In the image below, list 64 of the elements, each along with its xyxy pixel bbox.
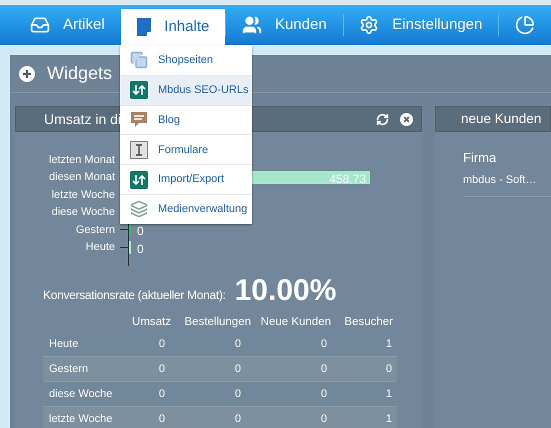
document-icon [137,18,152,36]
column-header: Bestellungen [184,314,251,330]
table-cell-text: 1 [384,336,392,352]
menu-item[interactable]: Import/Export [120,164,252,194]
text-cursor-icon [130,140,148,159]
refresh-icon[interactable] [376,112,389,126]
menu-item[interactable]: Blog [120,104,252,134]
bar-label: letzte Woche [50,188,115,202]
table-cell-text: 0 [234,336,241,352]
row-label: Heute [48,336,80,352]
nav-tab[interactable]: Artikel [14,5,121,45]
table-cell-text: 0 [320,386,327,402]
row-label: Gestern [48,362,90,377]
row-label: letzte Woche [48,412,114,427]
add-icon[interactable] [19,66,35,82]
widget-title: Umsatz in di [44,110,122,128]
layers-icon [130,200,148,218]
table-cell-text: 0 [158,386,165,402]
nav-tab[interactable]: Einstellungen [343,5,498,45]
table-cell-text: 0 [320,412,327,427]
column-header: Besucher [343,314,393,330]
users-icon [242,15,262,35]
bar-label: Heute [84,240,115,255]
bar-label: diese Woche [50,205,115,220]
tray-icon [30,15,50,35]
bar-value: 458.73 [329,170,366,188]
row-label: diese Woche [48,386,114,402]
nav-tab[interactable]: Inhalte [121,9,226,45]
widget-title: neue Kunden [461,110,542,128]
bar-value: 0 [137,240,144,258]
table-cell-text: 0 [158,412,165,427]
menu-item[interactable]: Mbdus SEO-URLs [120,74,252,105]
bar-label: letzten Monat [48,152,115,168]
panel-title: Widgets [47,62,112,85]
pie-chart-icon [514,15,535,35]
menu-item[interactable]: Formulare [120,134,252,164]
close-icon[interactable] [400,112,413,126]
table-cell-text: 0 [234,386,241,402]
table-cell-text: 0 [234,412,241,427]
column-header: Firma [463,149,498,167]
settings-icon [359,15,380,35]
speech-bubble-icon [130,110,148,129]
table-cell-text: 0 [234,362,241,377]
up-down-arrows-icon [130,81,148,100]
conversion-label: Konversationsrate (aktueller Monat): [43,287,226,304]
table-cell-text: mbdus - Soft… [463,173,538,188]
up-down-arrows-icon [130,170,148,189]
pages-icon [130,50,148,69]
bar-value: 0 [137,223,144,240]
menu-item[interactable]: Medienverwaltung [120,194,252,224]
column-header: Neue Kunden [260,314,331,330]
table-cell-text: 0 [158,362,165,377]
table-cell-text: 0 [158,336,165,352]
bar-label: Gestern [74,222,115,238]
nav-tab[interactable]: Kunden [226,5,343,45]
table-cell-text: 0 [320,336,327,352]
column-header: Umsatz [131,314,171,330]
table-cell-text: 0 [384,362,392,377]
table-cell-text: 0 [320,362,327,377]
table-cell-text: 1 [384,412,392,427]
conversion-value: 10.00% [234,276,336,306]
bar-label: diesen Monat [48,170,115,185]
table-cell-text: 1 [384,386,392,402]
menu-item[interactable]: Shopseiten [120,45,252,75]
